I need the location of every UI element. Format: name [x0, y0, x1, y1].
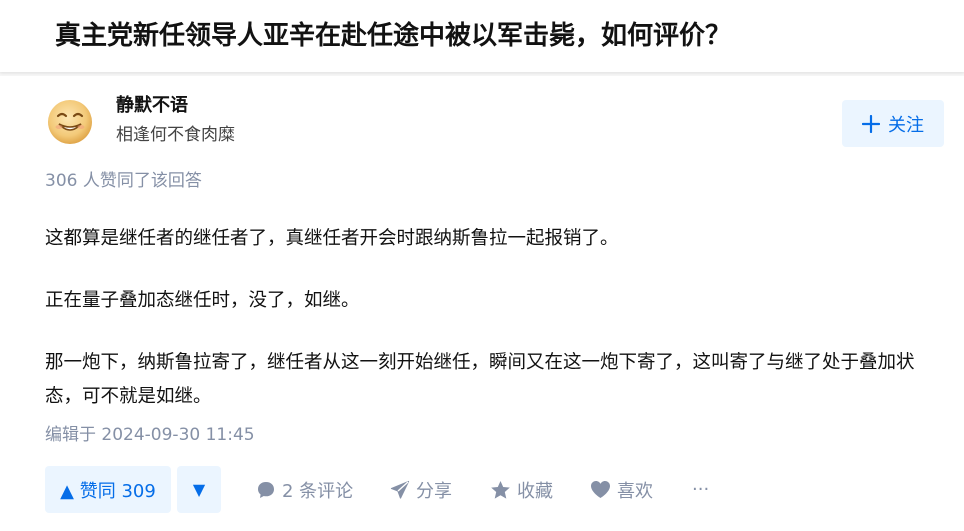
follow-button[interactable]: 关注	[842, 100, 944, 147]
question-title[interactable]: 真主党新任领导人亚辛在赴任途中被以军击毙，如何评价？	[55, 16, 731, 56]
heart-icon	[591, 481, 610, 498]
downvote-button[interactable]: ▼	[177, 466, 221, 513]
answer-paragraph: 正在量子叠加态继任时，没了，如继。	[45, 290, 360, 311]
upvote-button[interactable]: ▲ 赞同 309	[45, 466, 171, 513]
comment-button[interactable]: 2 条评论	[256, 466, 353, 513]
collect-button[interactable]: 收藏	[490, 466, 553, 513]
more-button[interactable]: ···	[692, 466, 709, 513]
follow-label: 关注	[888, 114, 924, 136]
answer-paragraph: 这都算是继任者的继任者了，真继任者开会时跟纳斯鲁拉一起报销了。	[45, 228, 619, 249]
share-icon	[390, 480, 410, 499]
downvote-label: ▼	[192, 480, 206, 499]
author-bio: 相逢何不食肉糜	[116, 125, 235, 145]
answer-paragraph: 那一炮下，纳斯鲁拉寄了，继任者从这一刻开始继任，瞬间又在这一炮下寄了，这叫寄了与…	[45, 352, 915, 407]
star-icon	[491, 480, 510, 499]
share-label: 分享	[416, 480, 452, 502]
share-button[interactable]: 分享	[390, 466, 452, 513]
comment-label: 2 条评论	[282, 480, 354, 502]
plus-icon	[862, 114, 880, 133]
collect-label: 收藏	[517, 480, 553, 502]
answer-card: 静默不语 相逢何不食肉糜 关注 306 人赞同了该回答 这都算是继任者的继任者了…	[0, 76, 964, 531]
avatar-face-icon	[48, 100, 92, 144]
comment-icon	[258, 481, 274, 498]
author-name[interactable]: 静默不语	[116, 93, 188, 119]
edit-time: 编辑于 2024-09-30 11:45	[45, 425, 255, 445]
question-header: 真主党新任领导人亚辛在赴任途中被以军击毙，如何评价？	[0, 0, 964, 72]
like-label: 喜欢	[617, 480, 653, 502]
upvote-label: ▲ 赞同 309	[60, 480, 156, 502]
like-button[interactable]: 喜欢	[590, 466, 653, 513]
author-avatar[interactable]	[47, 99, 93, 145]
vote-summary: 306 人赞同了该回答	[45, 171, 202, 191]
more-icon: ···	[692, 479, 710, 500]
